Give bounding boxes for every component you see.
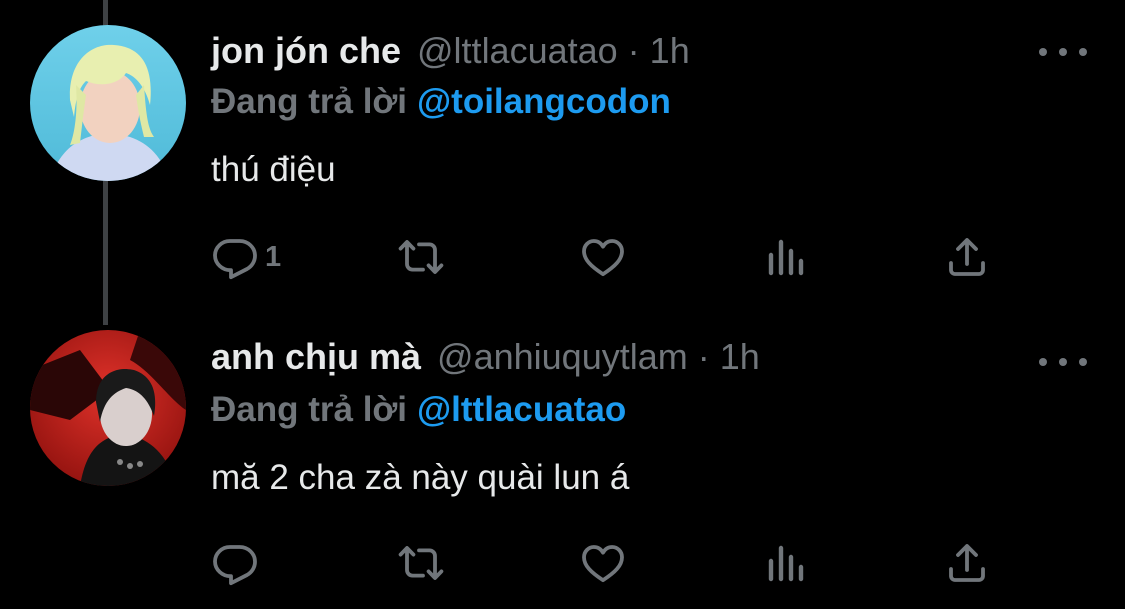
display-name[interactable]: anh chịu mà (211, 336, 421, 378)
timestamp[interactable]: 1h (720, 336, 760, 378)
tweet-header: jon jón che @lttlacuatao · 1h (211, 30, 690, 80)
views-icon (768, 239, 804, 276)
timestamp[interactable]: 1h (650, 30, 690, 72)
replying-to: Đang trả lời @lttlacuatao (211, 390, 626, 430)
tweet-header: anh chịu mà @anhiuquytlam · 1h (211, 336, 760, 386)
action-bar (211, 538, 1001, 588)
tweet[interactable]: jon jón che @lttlacuatao · 1h Đang trả l… (0, 0, 1125, 305)
like-icon (582, 545, 624, 583)
like-button[interactable] (579, 232, 627, 282)
replying-to-label: Đang trả lời (211, 82, 408, 121)
retweet-button[interactable] (397, 538, 445, 588)
reply-thread: jon jón che @lttlacuatao · 1h Đang trả l… (0, 0, 1125, 609)
reply-icon (213, 545, 257, 586)
more-icon[interactable] (1039, 352, 1087, 372)
more-icon[interactable] (1039, 42, 1087, 62)
retweet-icon (398, 240, 444, 274)
avatar[interactable] (30, 330, 186, 486)
mention-link[interactable]: @toilangcodon (417, 82, 671, 121)
display-name[interactable]: jon jón che (211, 30, 401, 72)
share-button[interactable] (943, 232, 991, 282)
mention-link[interactable]: @lttlacuatao (417, 390, 626, 429)
reply-button[interactable] (211, 538, 265, 588)
share-icon (949, 238, 985, 276)
reply-icon (213, 239, 257, 280)
tweet-text: mă 2 cha zà này quài lun á (211, 458, 630, 497)
user-handle[interactable]: @lttlacuatao (417, 30, 618, 72)
views-icon (768, 545, 804, 582)
reply-count: 1 (265, 240, 282, 273)
like-icon (582, 239, 624, 277)
separator: · (627, 30, 640, 71)
replying-to-label: Đang trả lời (211, 390, 408, 429)
tweet-text: thú điệu (211, 150, 336, 189)
reply-button[interactable]: 1 (211, 232, 281, 282)
share-icon (949, 544, 985, 582)
tweet[interactable]: anh chịu mà @anhiuquytlam · 1h Đang trả … (0, 305, 1125, 609)
replying-to: Đang trả lời @toilangcodon (211, 82, 671, 122)
views-button[interactable] (761, 232, 809, 282)
views-button[interactable] (761, 538, 809, 588)
separator: · (697, 336, 710, 377)
retweet-icon (398, 546, 444, 580)
avatar[interactable] (30, 25, 186, 181)
retweet-button[interactable] (397, 232, 445, 282)
action-bar: 1 (211, 232, 1001, 282)
user-handle[interactable]: @anhiuquytlam (437, 336, 688, 378)
like-button[interactable] (579, 538, 627, 588)
share-button[interactable] (943, 538, 991, 588)
